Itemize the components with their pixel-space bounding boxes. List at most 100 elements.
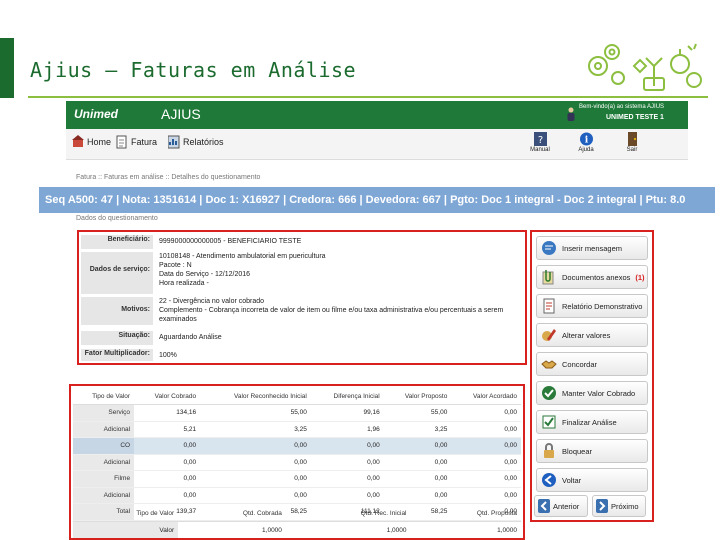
values-row: Adicional 0,00 0,00 0,00 0,00 0,00 — [73, 454, 521, 471]
message-icon — [542, 241, 556, 255]
report-icon — [543, 298, 555, 314]
values-cell: 0,00 — [134, 454, 201, 471]
values-cell: 0,00 — [200, 437, 311, 455]
values-header: Valor Reconhecido Inicial — [200, 389, 311, 405]
next-label: Próximo — [611, 501, 639, 511]
values-cell: 0,00 — [134, 487, 201, 504]
quantity-cell: 1,0000 — [497, 526, 517, 534]
exit-door-icon — [627, 132, 637, 146]
values-cell: 134,16 — [134, 404, 201, 422]
slide-accent-bar — [0, 38, 14, 98]
invoice-info-bar: Seq A500: 47 | Nota: 1351614 | Doc 1: X1… — [39, 187, 715, 213]
quantity-header: Tipo de Valor — [73, 506, 179, 522]
beneficiario-value: 9999000000000005 - BENEFICIARIO TESTE — [159, 238, 302, 245]
servico-line: Data do Serviço - 12/12/2016 — [159, 271, 251, 278]
situacao-row: Situação: Aguardando Análise — [81, 331, 523, 345]
situacao-label: Situação: — [81, 331, 153, 345]
nav-sair[interactable]: Sair — [614, 132, 650, 153]
servico-line: 10108148 - Atendimento ambulatorial em p… — [159, 253, 326, 260]
report-statement-button[interactable]: Relatório Demonstrativo — [536, 294, 648, 318]
values-cell: Adicional — [73, 454, 135, 471]
edit-values-icon — [542, 329, 556, 341]
agree-label: Concordar — [562, 359, 598, 369]
quantity-cell: 1,0000 — [262, 526, 282, 534]
main-navigation: Home Fatura Relatórios ? Manual i Ajuda … — [66, 129, 688, 160]
chevron-left-icon — [538, 499, 550, 513]
motivo-line: Complemento - Cobrança incorreta de valo… — [159, 307, 504, 323]
change-values-label: Alterar valores — [562, 330, 611, 340]
back-button[interactable]: Voltar — [536, 468, 648, 492]
attached-documents-button[interactable]: Documentos anexos (1) — [536, 265, 648, 289]
finish-analysis-button[interactable]: Finalizar Análise — [536, 410, 648, 434]
values-cell: Filme — [73, 470, 135, 488]
values-cell: 0,00 — [383, 454, 452, 471]
values-row: Serviço 134,16 55,00 99,16 55,00 0,00 — [73, 404, 521, 422]
keep-value-icon — [542, 386, 556, 400]
nav-ajuda[interactable]: i Ajuda — [568, 132, 604, 153]
values-cell: 0,00 — [383, 470, 452, 488]
servico-values: 10108148 - Atendimento ambulatorial em p… — [159, 252, 523, 288]
user-welcome-text: Bem-vindo(a) ao sistema AJIUS — [579, 104, 665, 110]
unimed-logo: Unimed — [74, 107, 119, 121]
values-header-row: Tipo de Valor Valor Cobrado Valor Reconh… — [73, 389, 521, 405]
keep-charged-value-label: Manter Valor Cobrado — [562, 388, 636, 398]
nav-fatura[interactable]: Fatura — [116, 135, 157, 149]
servico-row: Dados de serviço: 10108148 - Atendimento… — [81, 252, 523, 294]
values-cell: 1,96 — [310, 421, 384, 438]
values-cell: Adicional — [73, 487, 135, 504]
values-row: Adicional 5,21 3,25 1,96 3,25 0,00 — [73, 421, 521, 438]
section-label: Dados do questionamento — [76, 215, 158, 222]
quantity-row: Valor 1,0000 1,0000 1,0000 — [73, 521, 521, 538]
title-divider — [28, 96, 708, 98]
motivos-values: 22 - Divergência no valor cobrado Comple… — [159, 297, 523, 324]
values-cell: 0,00 — [451, 487, 521, 504]
values-header: Valor Acordado — [451, 389, 521, 405]
values-header: Tipo de Valor — [73, 389, 135, 405]
quantity-header: Qtd. Cobrada — [178, 506, 286, 522]
nav-home[interactable]: Home — [72, 135, 111, 149]
next-button[interactable]: Próximo — [592, 495, 646, 517]
keep-charged-value-button[interactable]: Manter Valor Cobrado — [536, 381, 648, 405]
values-row: CO 0,00 0,00 0,00 0,00 0,00 — [73, 437, 521, 455]
values-cell: 0,00 — [451, 404, 521, 422]
values-cell: 0,00 — [310, 437, 384, 455]
values-cell: CO — [73, 437, 135, 455]
report-statement-label: Relatório Demonstrativo — [562, 301, 643, 311]
block-label: Bloquear — [562, 446, 593, 456]
nav-relatorios[interactable]: Relatórios — [168, 135, 224, 149]
insert-message-button[interactable]: Inserir mensagem — [536, 236, 648, 260]
fator-value: 100% — [159, 352, 177, 359]
decorative-illustration — [588, 43, 702, 91]
nav-home-label: Home — [87, 137, 112, 147]
values-cell: 55,00 — [200, 404, 311, 422]
lock-icon — [544, 443, 554, 458]
svg-text:i: i — [584, 135, 588, 146]
nav-sair-label: Sair — [626, 147, 638, 153]
previous-button[interactable]: Anterior — [534, 495, 588, 517]
agree-button[interactable]: Concordar — [536, 352, 648, 376]
nav-manual[interactable]: ? Manual — [522, 132, 558, 153]
previous-label: Anterior — [553, 501, 580, 511]
attached-documents-label: Documentos anexos — [562, 272, 631, 282]
report-icon — [168, 135, 180, 149]
info-icon: i — [579, 132, 593, 146]
handshake-icon — [541, 360, 557, 369]
home-icon — [72, 135, 84, 147]
values-header: Diferença Inicial — [310, 389, 384, 405]
quantity-header: Qtd. Rec. Inicial — [285, 506, 411, 522]
insert-message-label: Inserir mensagem — [562, 243, 623, 253]
back-arrow-icon — [542, 473, 556, 487]
nav-fatura-label: Fatura — [131, 137, 158, 147]
action-panel: Inserir mensagem Documentos anexos (1) R… — [530, 230, 654, 522]
values-cell: 3,25 — [383, 421, 452, 438]
change-values-button[interactable]: Alterar valores — [536, 323, 648, 347]
finish-analysis-label: Finalizar Análise — [562, 417, 617, 427]
user-icon — [567, 107, 575, 121]
svg-text:?: ? — [537, 135, 542, 146]
values-cell: 0,00 — [310, 454, 384, 471]
questionamento-details: Beneficiário: 9999000000000005 - BENEFIC… — [77, 230, 527, 365]
values-cell: 0,00 — [310, 487, 384, 504]
block-button[interactable]: Bloquear — [536, 439, 648, 463]
breadcrumb: Fatura :: Faturas em análise :: Detalhes… — [76, 174, 261, 181]
document-count-badge: (1) — [635, 272, 645, 282]
